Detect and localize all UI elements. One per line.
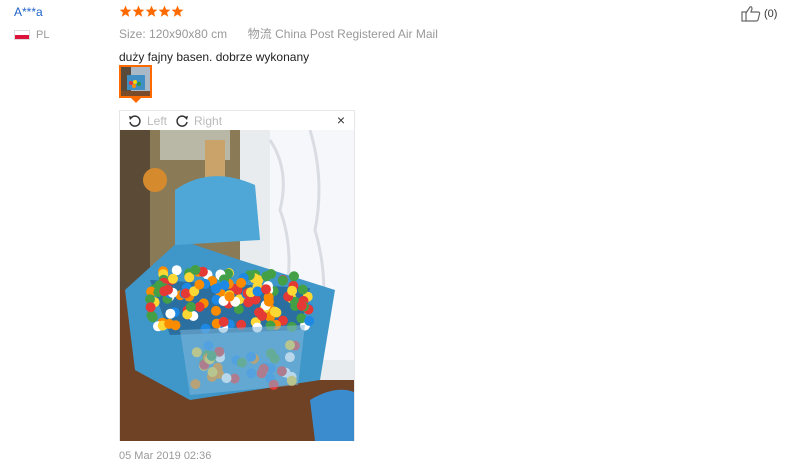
poland-flag-icon	[14, 30, 30, 40]
thumbs-up-icon	[741, 6, 761, 22]
thumbnail-active-caret	[131, 98, 141, 103]
photo-viewer: Left Right ×	[119, 110, 355, 441]
close-viewer-icon[interactable]: ×	[337, 113, 345, 127]
rotate-right-label: Right	[194, 113, 223, 128]
reviewer-name: A***a	[14, 5, 43, 19]
star-icon	[145, 5, 158, 17]
helpful-button[interactable]: (0)	[741, 6, 777, 22]
viewer-toolbar: Left Right ×	[120, 111, 354, 130]
review-photo-thumbnail[interactable]	[119, 65, 152, 98]
helpful-count: (0)	[764, 8, 778, 20]
rotate-left-button[interactable]: Left	[128, 114, 167, 128]
reviewer-info: A***a PL	[14, 5, 49, 41]
star-icon	[132, 5, 145, 17]
star-rating	[119, 5, 438, 21]
shipping-label: 物流	[247, 27, 272, 41]
shipping-value: China Post Registered Air Mail	[275, 27, 438, 41]
rotate-left-label: Left	[147, 113, 168, 128]
country-code: PL	[36, 29, 50, 41]
rotate-right-icon	[176, 114, 189, 127]
rotate-left-icon	[129, 114, 141, 127]
star-icon	[158, 5, 171, 17]
size-value: 120x90x80 cm	[149, 27, 228, 41]
review-text: duży fajny basen. dobrze wykonany	[119, 50, 310, 64]
size-label: Size:	[119, 27, 146, 41]
review-meta: Size: 120x90x80 cm 物流 China Post Registe…	[119, 25, 438, 42]
review-content: Size: 120x90x80 cm 物流 China Post Registe…	[119, 5, 438, 64]
star-icon	[119, 5, 132, 17]
star-icon	[171, 5, 184, 17]
rotate-right-button[interactable]: Right	[175, 114, 222, 128]
review-photo	[120, 130, 354, 441]
review-date: 05 Mar 2019 02:36	[119, 450, 212, 462]
reviewer-country: PL	[14, 29, 49, 41]
